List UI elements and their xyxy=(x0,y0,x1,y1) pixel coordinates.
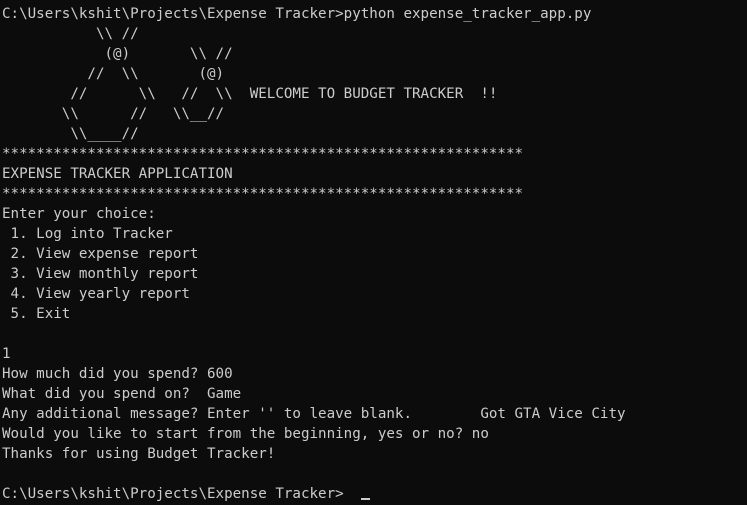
menu-item-yearly-report: 4. View yearly report xyxy=(2,286,190,302)
spend-category-line: What did you spend on? Game xyxy=(2,386,242,402)
text-cursor xyxy=(361,498,370,500)
menu-item-expense-report: 2. View expense report xyxy=(2,246,199,262)
ascii-art-welcome-line: // \\ // \\ WELCOME TO BUDGET TRACKER !! xyxy=(2,86,498,102)
thanks-line: Thanks for using Budget Tracker! xyxy=(2,446,276,462)
ascii-art-line: (@) \\ // xyxy=(2,46,233,62)
ascii-art-line: \\ // xyxy=(2,26,139,42)
user-choice: 1 xyxy=(2,346,11,362)
menu-item-exit: 5. Exit xyxy=(2,306,71,322)
restart-question-line: Would you like to start from the beginni… xyxy=(2,426,489,442)
terminal-window[interactable]: C:\Users\kshit\Projects\Expense Tracker>… xyxy=(0,0,747,505)
menu-item-monthly-report: 3. View monthly report xyxy=(2,266,199,282)
ascii-art-line: \\ // \\__// xyxy=(2,106,225,122)
ascii-art-line: \\____// xyxy=(2,126,139,142)
ascii-art-line: // \\ (@) xyxy=(2,66,225,82)
command-line: C:\Users\kshit\Projects\Expense Tracker>… xyxy=(2,6,592,22)
menu-prompt: Enter your choice: xyxy=(2,206,156,222)
separator-line: ****************************************… xyxy=(2,146,524,162)
spend-amount-line: How much did you spend? 600 xyxy=(2,366,233,382)
additional-message-line: Any additional message? Enter '' to leav… xyxy=(2,406,626,422)
app-title: EXPENSE TRACKER APPLICATION xyxy=(2,166,233,182)
separator-line: ****************************************… xyxy=(2,186,524,202)
menu-item-log: 1. Log into Tracker xyxy=(2,226,173,242)
final-prompt[interactable]: C:\Users\kshit\Projects\Expense Tracker> xyxy=(2,484,344,504)
